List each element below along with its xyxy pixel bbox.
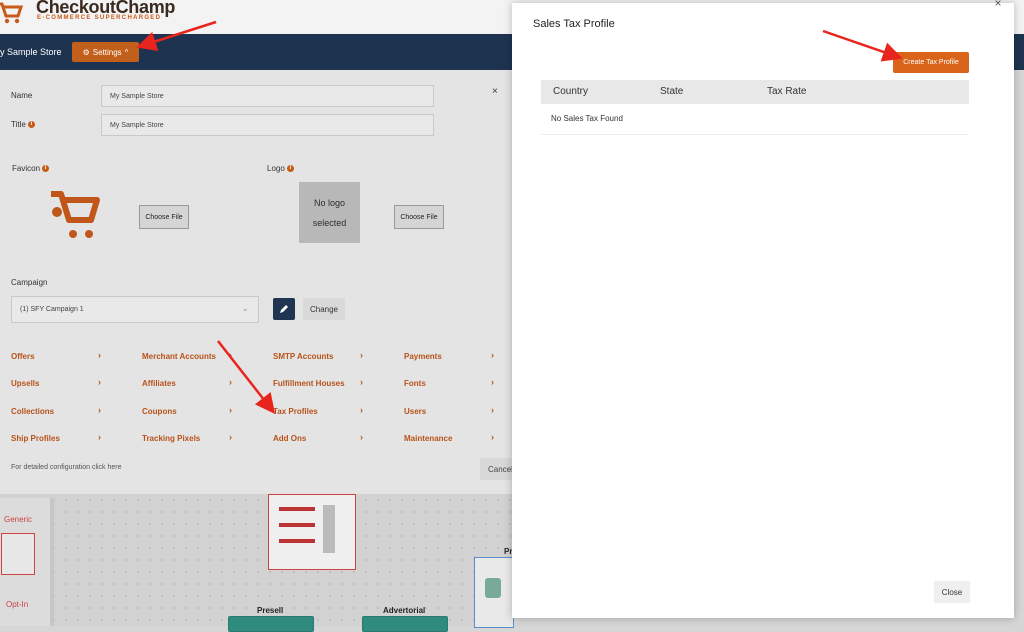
modal-title: Sales Tax Profile bbox=[533, 18, 615, 30]
empty-message: No Sales Tax Found bbox=[551, 114, 623, 123]
link-smtp-accounts[interactable]: SMTP Accounts bbox=[273, 352, 333, 361]
column-state: State bbox=[660, 86, 684, 97]
chevron-right-icon: › bbox=[98, 377, 101, 387]
generic-label: Generic bbox=[4, 515, 33, 524]
store-name[interactable]: y Sample Store bbox=[0, 47, 62, 57]
favicon-cart-icon bbox=[51, 191, 100, 238]
pencil-icon bbox=[280, 305, 288, 313]
chevron-right-icon: › bbox=[98, 432, 101, 442]
chevron-right-icon: › bbox=[491, 405, 494, 415]
link-affiliates[interactable]: Affiliates bbox=[142, 379, 176, 388]
chevron-right-icon: › bbox=[491, 432, 494, 442]
chevron-right-icon: › bbox=[98, 350, 101, 360]
modal-close-icon[interactable]: × bbox=[991, 0, 1005, 10]
panel-close-icon[interactable]: × bbox=[492, 86, 498, 97]
detailed-config-link[interactable]: For detailed configuration click here bbox=[11, 464, 122, 471]
sales-tax-profile-modal: Sales Tax Profile Create Tax Profile Cou… bbox=[512, 3, 1014, 618]
advertorial-node-label: Advertorial bbox=[383, 606, 426, 615]
name-input[interactable]: My Sample Store bbox=[101, 85, 434, 107]
caret-up-icon: ^ bbox=[124, 47, 129, 57]
link-ship-profiles[interactable]: Ship Profiles bbox=[11, 434, 60, 443]
campaign-select-value: (1) SFY Campaign 1 bbox=[20, 306, 84, 313]
chevron-down-icon: ⌄ bbox=[241, 303, 249, 313]
empty-table-row: No Sales Tax Found bbox=[541, 104, 969, 135]
navbar-edge bbox=[1014, 34, 1024, 70]
plant-image bbox=[485, 578, 501, 598]
product-node[interactable] bbox=[474, 557, 514, 628]
chevron-right-icon: › bbox=[360, 350, 363, 360]
advertorial-node[interactable] bbox=[362, 616, 448, 632]
no-logo-text-2: selected bbox=[312, 217, 347, 228]
funnel-canvas[interactable] bbox=[0, 494, 512, 626]
favicon-label: Favicon i bbox=[12, 164, 50, 173]
info-icon: i bbox=[286, 165, 294, 173]
link-upsells[interactable]: Upsells bbox=[11, 379, 39, 388]
favicon-choose-file-button[interactable]: Choose File bbox=[139, 205, 189, 229]
cancel-button[interactable]: Cancel bbox=[480, 458, 513, 480]
chevron-right-icon: › bbox=[229, 432, 232, 442]
edit-campaign-button[interactable] bbox=[273, 298, 295, 320]
link-users[interactable]: Users bbox=[404, 407, 426, 416]
no-logo-placeholder: No logo selected bbox=[299, 182, 360, 243]
link-collections[interactable]: Collections bbox=[11, 407, 54, 416]
link-coupons[interactable]: Coupons bbox=[142, 407, 177, 416]
column-tax-rate: Tax Rate bbox=[767, 86, 807, 97]
info-icon: i bbox=[27, 121, 35, 129]
chevron-right-icon: › bbox=[229, 405, 232, 415]
link-payments[interactable]: Payments bbox=[404, 352, 442, 361]
chevron-right-icon: › bbox=[98, 405, 101, 415]
presell-node-label: Presell bbox=[257, 606, 284, 615]
campaign-label: Campaign bbox=[11, 278, 48, 287]
presell-node[interactable] bbox=[228, 616, 314, 632]
tax-table-header: Country State Tax Rate bbox=[541, 80, 969, 104]
create-tax-profile-button[interactable]: Create Tax Profile bbox=[893, 52, 969, 73]
modal-close-button[interactable]: Close bbox=[934, 581, 970, 603]
title-input[interactable]: My Sample Store bbox=[101, 114, 434, 136]
name-label: Name bbox=[11, 91, 33, 100]
link-fonts[interactable]: Fonts bbox=[404, 379, 426, 388]
chevron-right-icon: › bbox=[360, 432, 363, 442]
link-tax-profiles[interactable]: Tax Profiles bbox=[273, 407, 318, 416]
cart-logo-icon bbox=[0, 2, 24, 24]
link-merchant-accounts[interactable]: Merchant Accounts bbox=[142, 352, 216, 361]
link-add-ons[interactable]: Add Ons bbox=[273, 434, 306, 443]
chevron-right-icon: › bbox=[360, 405, 363, 415]
no-logo-text-1: No logo bbox=[313, 197, 346, 208]
link-fulfillment-houses[interactable]: Fulfillment Houses bbox=[273, 379, 345, 388]
chevron-right-icon: › bbox=[360, 377, 363, 387]
settings-button[interactable]: ⚙ Settings ^ bbox=[72, 42, 139, 62]
chevron-right-icon: › bbox=[491, 350, 494, 360]
chevron-right-icon: › bbox=[229, 377, 232, 387]
chevron-right-icon: › bbox=[491, 377, 494, 387]
link-tracking-pixels[interactable]: Tracking Pixels bbox=[142, 434, 200, 443]
optin-label: Opt-In bbox=[6, 600, 29, 609]
logo-label: Logo i bbox=[267, 164, 294, 173]
campaign-select[interactable]: (1) SFY Campaign 1 ⌄ bbox=[11, 296, 259, 323]
link-offers[interactable]: Offers bbox=[11, 352, 35, 361]
info-icon: i bbox=[42, 165, 50, 173]
change-campaign-button[interactable]: Change bbox=[303, 298, 345, 320]
gear-icon: ⚙ bbox=[82, 47, 90, 57]
logo-choose-file-button[interactable]: Choose File bbox=[394, 205, 444, 229]
brand-tagline: E-COMMERCE SUPERCHARGED bbox=[37, 15, 162, 21]
column-country: Country bbox=[553, 86, 589, 97]
funnel-page-thumb[interactable] bbox=[268, 494, 356, 570]
chevron-right-icon: › bbox=[229, 350, 232, 360]
page-type-sidebar: Generic Opt-In bbox=[0, 498, 54, 626]
link-maintenance[interactable]: Maintenance bbox=[404, 434, 452, 443]
cancel-label: Cancel bbox=[488, 464, 513, 474]
title-label: Title i bbox=[11, 120, 35, 129]
generic-template-thumb[interactable] bbox=[1, 533, 35, 575]
settings-label: Settings bbox=[92, 47, 122, 57]
